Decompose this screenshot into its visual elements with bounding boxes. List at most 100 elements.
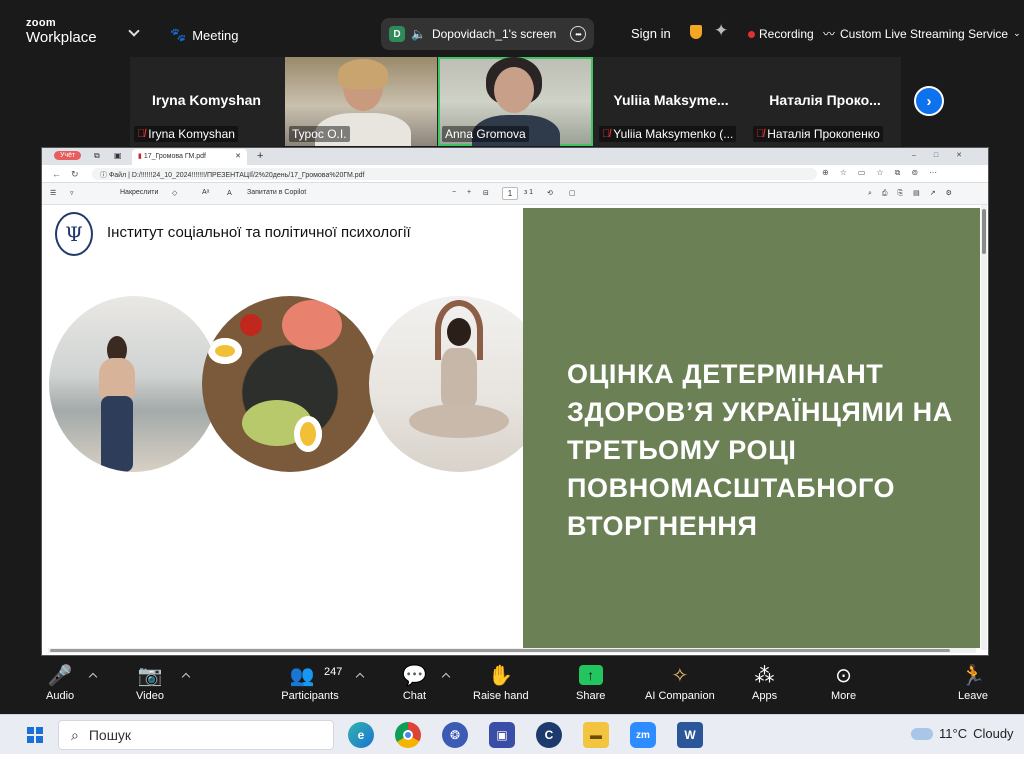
file-explorer-icon[interactable]: ▬ <box>583 722 609 748</box>
app-icon[interactable]: ❂ <box>442 722 468 748</box>
chat-options-caret[interactable] <box>441 672 451 682</box>
participant-tile[interactable]: Yuliia Maksyme... 🎙̸ Yuliia Maksymenko (.… <box>595 57 747 146</box>
participants-options-caret[interactable] <box>355 672 365 682</box>
chrome-center <box>403 730 413 740</box>
share-title: Dopovidach_1's screen <box>431 27 557 41</box>
brand-line1: zoom <box>26 17 56 29</box>
tab-title: 17_Громова ГМ.pdf <box>143 153 206 160</box>
app-icon[interactable]: ▣ <box>489 722 515 748</box>
sign-in-button[interactable]: Sign in <box>631 26 671 41</box>
meeting-label: Meeting <box>192 27 239 43</box>
nav-buttons[interactable]: ←↻ <box>52 169 89 180</box>
title-line: ВТОРГНЕННЯ <box>567 511 758 541</box>
participant-label: Турос О.І. <box>289 126 350 142</box>
ai-companion-button[interactable]: ✧ AI Companion <box>645 660 715 703</box>
share-button[interactable]: ↑ Share <box>576 660 605 702</box>
chevron-down-icon: ⌄ <box>1013 28 1021 38</box>
profile-button[interactable]: Учёт <box>54 151 82 160</box>
audio-options-caret[interactable] <box>88 672 98 682</box>
page-number-input[interactable]: 1 <box>502 187 518 200</box>
zoom-out-icon[interactable]: − <box>452 189 456 196</box>
participant-video-tile[interactable]: Турос О.І. <box>285 57 437 146</box>
shared-screen: Учёт ⧉ ▣ ▮ 17_Громова ГМ.pdf ✕ + –□✕ ←↻ … <box>41 147 989 656</box>
highlight-icon[interactable]: ▿ <box>70 189 74 197</box>
sparkle-icon[interactable]: ✦ <box>714 21 728 41</box>
url-field[interactable]: ⓘ Файл | D:/!!!!!!24_10_2024!!!!!!!/ПРЕЗ… <box>92 168 817 180</box>
word-icon[interactable]: W <box>677 722 703 748</box>
fit-icon[interactable]: ⊟ <box>483 189 489 197</box>
copilot-button[interactable]: Запитати в Copilot <box>247 189 306 196</box>
more-options-icon[interactable]: ••• <box>570 26 586 42</box>
taskbar-search[interactable]: ⌕ Пошук <box>58 720 334 750</box>
browser-toolbar-icons[interactable]: ⊕☆▭☆⧉⊚⋯ <box>822 168 948 178</box>
audio-button[interactable]: 🎤 Audio <box>46 660 74 703</box>
photo-circle-food <box>202 296 378 472</box>
participant-tile[interactable]: Iryna Komyshan 🎙̸ Iryna Komyshan <box>130 57 283 146</box>
screen-share-indicator[interactable]: D 🔈 Dopovidach_1's screen ••• <box>381 18 594 50</box>
close-icon[interactable]: ✕ <box>235 152 241 160</box>
video-button[interactable]: 📷 Video <box>136 660 164 703</box>
eraser-icon[interactable]: ◇ <box>172 189 177 197</box>
ccleaner-icon[interactable]: C <box>536 722 562 748</box>
zoom-app-icon[interactable]: zm <box>630 722 656 748</box>
participant-label-text: Iryna Komyshan <box>148 127 235 141</box>
tab-list-icon[interactable]: ▣ <box>114 151 122 160</box>
raise-hand-label: Raise hand <box>473 690 529 702</box>
ai-companion-label: AI Companion <box>645 690 715 702</box>
horizontal-scrollbar[interactable] <box>48 648 976 653</box>
next-page-button[interactable]: › <box>914 86 944 116</box>
presentation-slide: Ψ Інститут соціальної та політичної псих… <box>49 208 980 648</box>
participant-label-text: Yuliia Maksymenko (... <box>613 127 734 141</box>
draw-button[interactable]: Накреслити <box>120 189 158 196</box>
participants-button[interactable]: 👥 247 Participants <box>280 660 343 703</box>
url-text: D:/!!!!!!24_10_2024!!!!!!!/ПРЕЗЕНТАЦІЇ/2… <box>131 172 365 179</box>
live-streaming-indicator[interactable]: 〰 Custom Live Streaming Service ⌄ <box>823 25 1021 42</box>
meeting-menu-button[interactable]: 🐾 Meeting <box>170 27 238 43</box>
zoom-in-icon[interactable]: + <box>467 189 471 196</box>
shield-icon[interactable] <box>690 25 702 39</box>
chrome-icon[interactable] <box>395 722 421 748</box>
window-controls[interactable]: –□✕ <box>912 151 980 159</box>
paw-icon: 🐾 <box>170 27 187 42</box>
pdf-right-icons[interactable]: ⌕⎙⎘▤↗⚙ <box>868 189 962 198</box>
participant-label: 🎙̸ Наталія Прокопенко <box>753 126 883 142</box>
contents-icon[interactable]: ☰ <box>50 189 56 197</box>
egg <box>208 338 242 364</box>
apps-button[interactable]: ⁂ Apps <box>752 660 777 703</box>
chevron-down-icon[interactable] <box>128 25 140 37</box>
vertical-scrollbar[interactable] <box>981 205 987 650</box>
active-tab[interactable]: ▮ 17_Громова ГМ.pdf ✕ <box>132 149 247 165</box>
text-icon[interactable]: Aᵃ <box>202 189 209 196</box>
cloud-icon <box>911 727 933 740</box>
recording-indicator[interactable]: Recording <box>748 27 814 41</box>
scroll-thumb[interactable] <box>50 649 950 652</box>
edge-icon[interactable]: e <box>348 722 374 748</box>
raise-hand-button[interactable]: ✋ Raise hand <box>473 660 529 703</box>
read-aloud-icon[interactable]: ꓮ <box>227 189 232 197</box>
new-tab-button[interactable]: + <box>257 150 263 162</box>
search-icon: ⌕ <box>71 726 79 743</box>
participants-label: Participants <box>281 690 339 702</box>
scroll-thumb[interactable] <box>982 209 986 254</box>
participant-label-text: Наталія Прокопенко <box>767 127 880 141</box>
chat-button[interactable]: 💬 Chat <box>402 660 427 703</box>
rss-icon: 〰 <box>823 27 836 41</box>
participants-count: 247 <box>324 666 343 678</box>
participant-label: Anna Gromova <box>442 126 529 142</box>
video-options-caret[interactable] <box>181 672 191 682</box>
participant-label: 🎙̸ Iryna Komyshan <box>134 126 238 142</box>
browser-tab-bar: Учёт ⧉ ▣ ▮ 17_Громова ГМ.pdf ✕ + –□✕ <box>42 148 988 165</box>
chevron-right-icon: › <box>926 92 932 110</box>
leave-button[interactable]: 🏃 Leave <box>958 660 988 703</box>
leave-label: Leave <box>958 690 988 702</box>
mic-muted-icon: 🎙̸ <box>137 128 146 140</box>
weather-widget[interactable]: 11°C Cloudy <box>911 726 1014 741</box>
participant-tile[interactable]: Наталія Проко... 🎙̸ Наталія Прокопенко <box>749 57 901 146</box>
participant-video-tile-active[interactable]: Anna Gromova <box>438 57 593 146</box>
page-total: з 1 <box>524 189 534 196</box>
page-view-icon[interactable]: ▢ <box>569 189 576 197</box>
workspaces-icon[interactable]: ⧉ <box>94 151 100 161</box>
windows-start-icon[interactable] <box>27 727 43 743</box>
more-button[interactable]: ⊙ More <box>831 660 856 703</box>
rotate-icon[interactable]: ⟲ <box>547 189 553 197</box>
